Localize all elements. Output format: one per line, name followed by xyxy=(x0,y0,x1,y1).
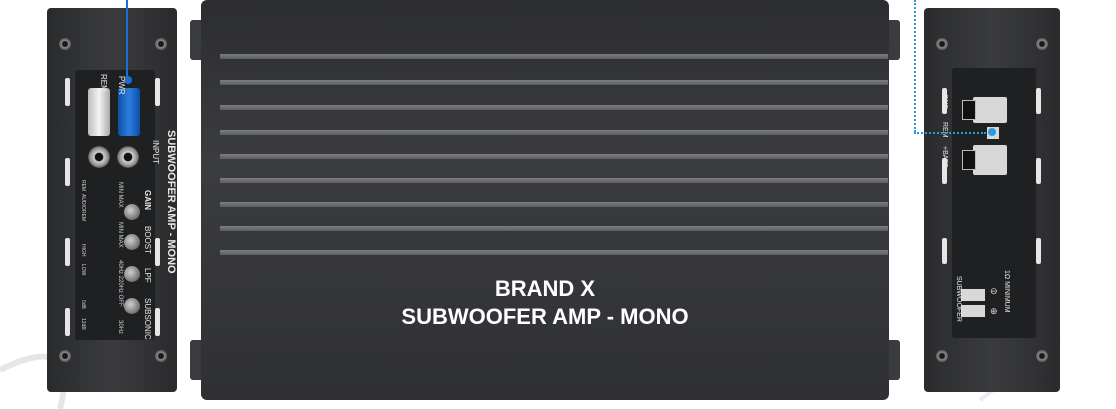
batt-label: +BATT xyxy=(941,146,948,168)
brand-title: BRAND X xyxy=(494,276,596,301)
rem-lead-dot xyxy=(988,128,996,136)
rca-jack-right xyxy=(117,146,139,168)
lpf-label: LPF xyxy=(143,268,152,283)
side-label: SUBWOOFER AMP - MONO xyxy=(165,130,177,274)
screw-icon xyxy=(155,38,167,50)
gain-range: MIN MAX xyxy=(117,182,123,208)
amplifier-body xyxy=(201,0,889,400)
rca-label-rem: REM xyxy=(99,74,108,92)
small-label: REM xyxy=(80,210,86,222)
model-title: SUBWOOFER AMP - MONO xyxy=(401,304,689,329)
boost-label: BOOST xyxy=(143,226,152,255)
terminal-screw xyxy=(962,100,976,120)
terminal-screw xyxy=(962,150,976,170)
small-label: 0dB xyxy=(80,300,86,309)
rem-lead xyxy=(914,132,986,134)
screw-icon xyxy=(936,350,948,362)
small-label: AUDIO xyxy=(80,194,86,210)
small-label: HIGH xyxy=(80,244,86,257)
plus-icon: ⊕ xyxy=(990,306,998,316)
rca-jack-left xyxy=(88,146,110,168)
subsonic-knob[interactable] xyxy=(124,298,140,314)
lpf-knob[interactable] xyxy=(124,266,140,282)
subsonic-range: 30Hz xyxy=(117,320,123,335)
screw-icon xyxy=(59,350,71,362)
rem-lead xyxy=(914,0,916,132)
screw-icon xyxy=(1036,38,1048,50)
minimum-label: 1Ω MINIMUM xyxy=(1003,270,1010,313)
small-label: 12dB xyxy=(80,318,86,330)
screw-icon xyxy=(59,38,71,50)
screw-icon xyxy=(936,38,948,50)
gnd-terminal[interactable] xyxy=(972,96,1008,124)
input-end-panel xyxy=(47,8,177,392)
blue-lead xyxy=(126,0,128,80)
rca-cable-white xyxy=(88,88,110,136)
subsonic-label: SUBSONIC xyxy=(143,298,152,340)
gnd-label: GND xyxy=(941,94,948,110)
power-end-panel xyxy=(924,8,1060,392)
gain-knob[interactable] xyxy=(124,204,140,220)
minus-icon: ⊖ xyxy=(990,286,998,296)
gain-label: GAIN xyxy=(143,190,152,210)
boost-range: MIN MAX xyxy=(117,222,123,248)
rem-label: REM xyxy=(941,122,948,138)
rca-cable-blue xyxy=(118,88,140,136)
small-label: LOW xyxy=(80,264,86,276)
subwoofer-label: SUBWOOFER xyxy=(955,276,962,322)
screw-icon xyxy=(1036,350,1048,362)
speaker-terminal-2[interactable] xyxy=(960,304,986,318)
small-label: REM xyxy=(80,180,86,192)
rca-label-pwr: PWR xyxy=(117,76,126,95)
input-label: INPUT xyxy=(151,140,160,164)
batt-terminal[interactable] xyxy=(972,144,1008,176)
lpf-range: 40Hz 220Hz OFF xyxy=(117,260,123,307)
boost-knob[interactable] xyxy=(124,234,140,250)
screw-icon xyxy=(155,350,167,362)
speaker-terminal-1[interactable] xyxy=(960,288,986,302)
